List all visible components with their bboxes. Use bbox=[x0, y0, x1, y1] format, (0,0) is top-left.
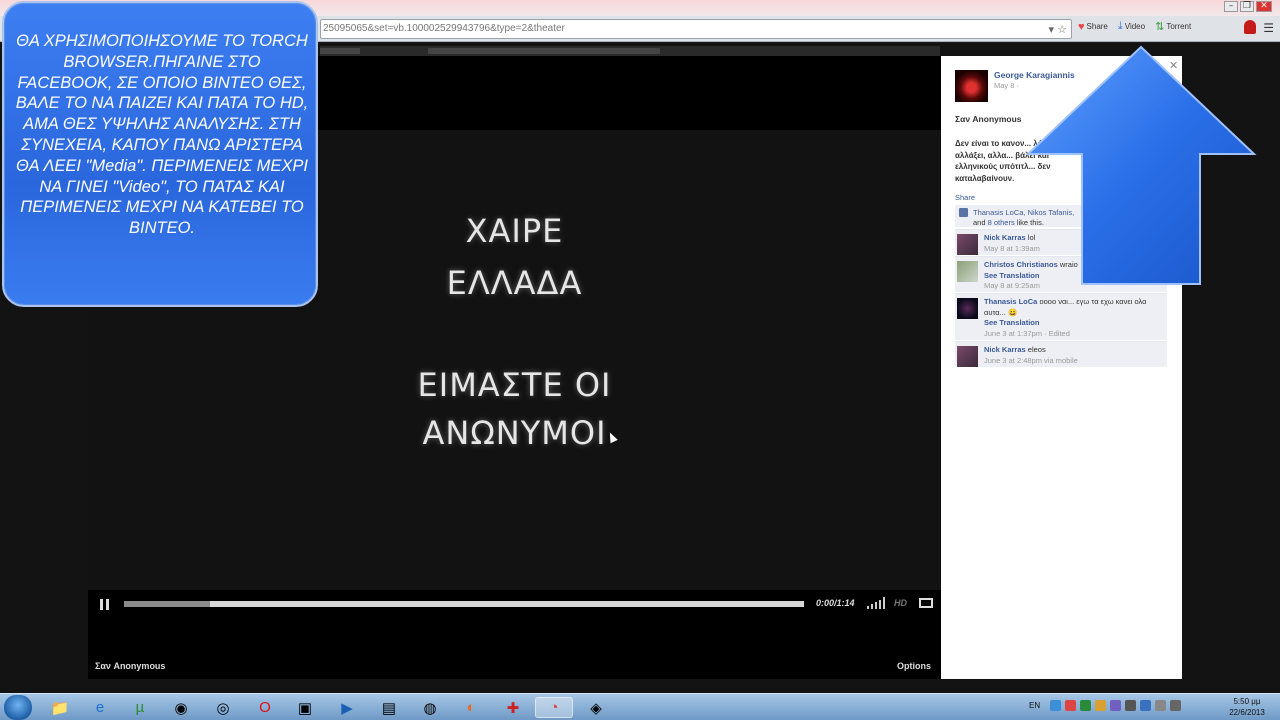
avatar[interactable] bbox=[957, 234, 978, 255]
comment-meta: June 3 at 2:48pm via mobile bbox=[984, 355, 1078, 365]
download-icon: ⤓ bbox=[1117, 20, 1123, 32]
comment-text: Nick Karras eleos June 3 at 2:48pm via m… bbox=[984, 345, 1164, 366]
bookmark-star-icon[interactable]: ▾ ☆ bbox=[1049, 21, 1067, 39]
see-translation-link[interactable]: See Translation bbox=[984, 318, 1039, 327]
clock-time: 5:50 μμ bbox=[1233, 697, 1261, 706]
comment: Nick Karras eleos June 3 at 2:48pm via m… bbox=[955, 341, 1167, 367]
tray-icon[interactable] bbox=[1140, 700, 1151, 711]
window-controls: – ❐ ✕ bbox=[1224, 1, 1272, 12]
video-download-button[interactable]: ⤓ Video bbox=[1118, 20, 1145, 33]
torrent-label: Torrent bbox=[1166, 22, 1192, 31]
callout-text: ΘΑ ΧΡΗΣΙΜΟΠΟΙΗΣΟΥΜΕ ΤΟ TORCH BROWSER.ΠΗΓ… bbox=[15, 32, 309, 238]
address-bar[interactable]: 25095065&set=vb.100002529943796&type=2&t… bbox=[320, 19, 1072, 39]
like-icon bbox=[959, 208, 968, 217]
progress-buffered bbox=[124, 601, 210, 607]
progress-bar[interactable] bbox=[124, 601, 804, 607]
video-label: Video bbox=[1124, 22, 1146, 31]
video-title: Σαν Anonymous bbox=[95, 661, 166, 671]
post-title: Σαν Anonymous bbox=[955, 114, 1022, 124]
app-icon[interactable]: ◍ bbox=[411, 697, 449, 718]
comment-author[interactable]: Nick Karras bbox=[984, 345, 1026, 354]
opera-icon[interactable]: O bbox=[246, 697, 284, 718]
taskbar: 📁 e µ ◉ ◎ O ▣ ▶ ▤ ◍ ◐ ✚ ◔ ◈ EN 5:50 μμ 2… bbox=[0, 693, 1280, 720]
network-icon[interactable] bbox=[1155, 700, 1166, 711]
avatar[interactable] bbox=[955, 70, 988, 102]
likes-others[interactable]: 8 others bbox=[988, 218, 1015, 227]
comment-body: eleos bbox=[1027, 345, 1046, 354]
volume-icon[interactable] bbox=[867, 597, 887, 609]
firefox-icon[interactable]: ◐ bbox=[452, 697, 490, 718]
video-caption-line: ΕΙΜΑΣΤΕ ΟΙ bbox=[417, 366, 612, 404]
torrent-icon: ⇅ bbox=[1155, 21, 1165, 33]
language-indicator[interactable]: EN bbox=[1029, 701, 1040, 710]
time-display: 0:00/1:14 bbox=[816, 598, 855, 608]
hd-button[interactable]: HD bbox=[894, 598, 907, 608]
instruction-callout: ΘΑ ΧΡΗΣΙΜΟΠΟΙΗΣΟΥΜΕ ΤΟ TORCH BROWSER.ΠΗΓ… bbox=[2, 1, 318, 307]
share-link[interactable]: Share bbox=[955, 193, 975, 202]
browser-toolbar: ♥ Share ⤓ Video ⇅ Torrent bbox=[1078, 20, 1191, 33]
restore-icon[interactable]: ❐ bbox=[1240, 1, 1254, 12]
tray-icon[interactable] bbox=[1050, 700, 1061, 711]
video-controls: 0:00/1:14 HD bbox=[88, 590, 941, 620]
tray-icon[interactable] bbox=[1095, 700, 1106, 711]
utorrent-icon[interactable]: µ bbox=[121, 697, 159, 718]
post-date[interactable]: May 8 · bbox=[994, 81, 1019, 90]
clock[interactable]: 5:50 μμ 22/6/2013 bbox=[1222, 696, 1272, 718]
address-url: 25095065&set=vb.100002529943796&type=2&t… bbox=[323, 23, 565, 34]
clock-date: 22/6/2013 bbox=[1229, 708, 1265, 717]
comment-author[interactable]: Nick Karras bbox=[984, 233, 1026, 242]
chrome-icon[interactable]: ◉ bbox=[162, 697, 200, 718]
heart-icon: ♥ bbox=[1078, 20, 1085, 33]
app-icon[interactable]: ◈ bbox=[577, 697, 615, 718]
avatar[interactable] bbox=[957, 298, 978, 319]
internet-explorer-icon[interactable]: e bbox=[81, 697, 119, 718]
app-icon[interactable]: ▣ bbox=[286, 697, 324, 718]
tray-icon[interactable] bbox=[1065, 700, 1076, 711]
menu-icon[interactable]: ☰ bbox=[1263, 21, 1274, 35]
close-icon[interactable]: ✕ bbox=[1256, 1, 1272, 12]
app-icon[interactable]: ✚ bbox=[494, 697, 532, 718]
start-button[interactable] bbox=[4, 695, 32, 720]
comment-meta: June 3 at 1:37pm · Edited bbox=[984, 328, 1070, 338]
tray-icon[interactable] bbox=[1110, 700, 1121, 711]
video-caption-line: ΑΝΩΝΥΜΟΙ bbox=[422, 414, 607, 452]
minimize-icon[interactable]: – bbox=[1224, 1, 1238, 12]
comment: Thanasis LoCa οοοο ναι... εγω τα εχω καν… bbox=[955, 293, 1167, 340]
share-label: Share bbox=[1086, 22, 1108, 31]
comment-text: Thanasis LoCa οοοο ναι... εγω τα εχω καν… bbox=[984, 297, 1164, 339]
fullscreen-icon[interactable] bbox=[919, 598, 933, 608]
volume-icon[interactable] bbox=[1170, 700, 1181, 711]
torch-icon[interactable] bbox=[1244, 20, 1256, 34]
app-icon[interactable]: ▤ bbox=[370, 697, 408, 718]
media-player-icon[interactable]: ▶ bbox=[328, 697, 366, 718]
system-tray bbox=[1050, 700, 1181, 711]
avatar[interactable] bbox=[957, 261, 978, 282]
app-icon[interactable]: ◎ bbox=[204, 697, 242, 718]
facebook-topbar bbox=[320, 46, 940, 56]
tray-icon[interactable] bbox=[1080, 700, 1091, 711]
up-arrow-icon bbox=[1025, 45, 1257, 285]
torch-browser-icon[interactable]: ◔ bbox=[535, 697, 573, 718]
share-button[interactable]: ♥ Share bbox=[1078, 21, 1108, 33]
avatar[interactable] bbox=[957, 346, 978, 367]
likes-and: and bbox=[973, 218, 986, 227]
folder-icon[interactable]: 📁 bbox=[41, 697, 79, 718]
comment-author[interactable]: Thanasis LoCa bbox=[984, 297, 1037, 306]
tray-icon[interactable] bbox=[1125, 700, 1136, 711]
pause-icon[interactable] bbox=[100, 599, 110, 610]
options-link[interactable]: Options bbox=[897, 661, 931, 671]
torrent-button[interactable]: ⇅ Torrent bbox=[1155, 20, 1191, 33]
